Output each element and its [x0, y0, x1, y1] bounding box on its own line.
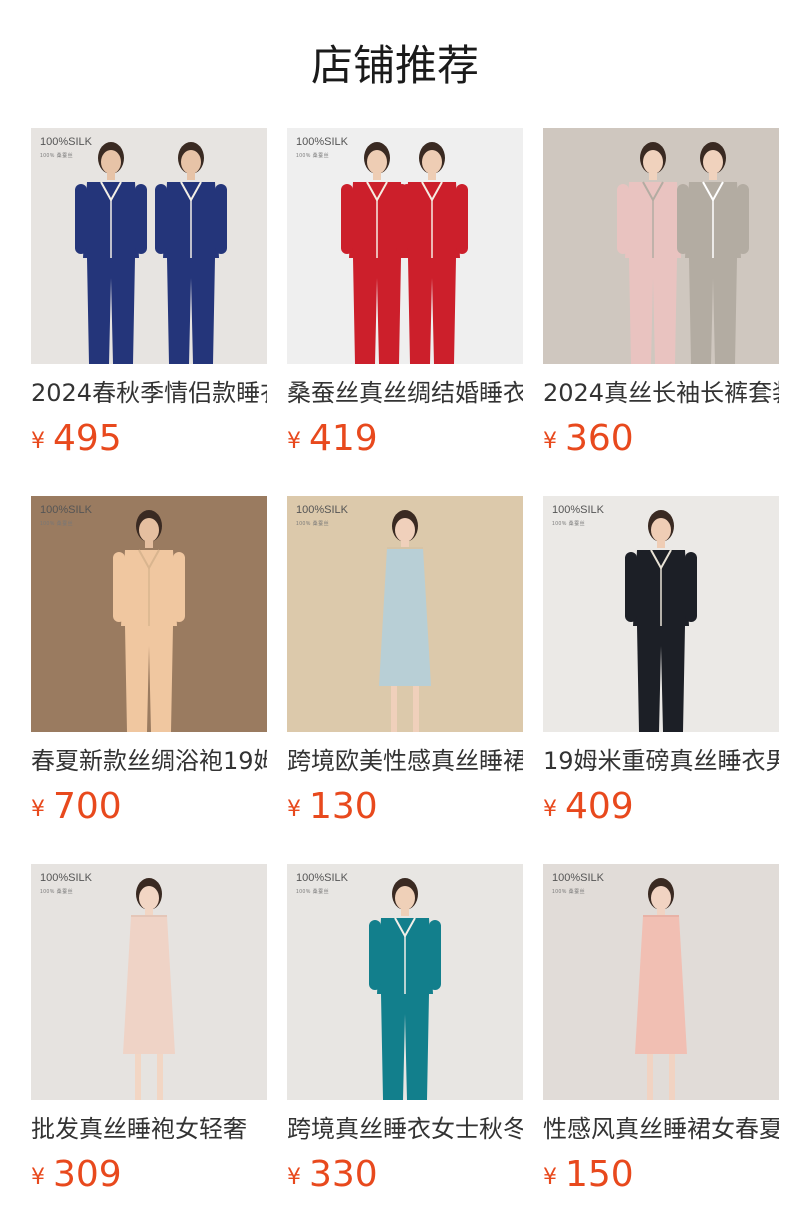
product-card[interactable]: 100%SILK 100% 桑蚕丝 性感风真丝睡裙女春夏 ¥150: [543, 864, 779, 1232]
currency-symbol: ¥: [543, 797, 557, 822]
brand-badge-text: 100%SILK: [552, 504, 604, 516]
product-name[interactable]: 春夏新款丝绸浴袍19姆米: [31, 745, 267, 777]
brand-badge: 100%SILK 100% 桑蚕丝: [40, 872, 92, 898]
photo-backdrop: [31, 128, 267, 364]
product-name[interactable]: 批发真丝睡袍女轻奢: [31, 1113, 267, 1145]
currency-symbol: ¥: [31, 797, 45, 822]
brand-badge-text: 100%SILK: [296, 504, 348, 516]
product-photo-blush-robe: [31, 864, 267, 1100]
product-price: ¥495: [31, 417, 267, 467]
brand-badge-subtext: 100% 桑蚕丝: [40, 889, 74, 895]
section-title: 店铺推荐: [310, 41, 479, 90]
product-image[interactable]: [543, 128, 779, 364]
price-amount: 700: [53, 786, 122, 827]
product-card[interactable]: 100%SILK 100% 桑蚕丝 2024春秋季情侣款睡衣 ¥495: [31, 128, 267, 496]
brand-badge-text: 100%SILK: [40, 872, 92, 884]
product-name[interactable]: 2024春秋季情侣款睡衣: [31, 377, 267, 409]
product-name[interactable]: 19姆米重磅真丝睡衣男: [543, 745, 779, 777]
price-amount: 409: [565, 786, 634, 827]
brand-badge-subtext: 100% 桑蚕丝: [40, 153, 74, 159]
product-photo-couple-navy-pajamas: [31, 128, 267, 364]
price-amount: 309: [53, 1154, 122, 1195]
product-card[interactable]: 100%SILK 100% 桑蚕丝 春夏新款丝绸浴袍19姆米 ¥700: [31, 496, 267, 864]
brand-badge: 100%SILK 100% 桑蚕丝: [40, 504, 92, 530]
product-name[interactable]: 跨境欧美性感真丝睡裙: [287, 745, 523, 777]
product-image[interactable]: 100%SILK 100% 桑蚕丝: [543, 496, 779, 732]
product-photo-couple-pink-grey-pajamas: [543, 128, 779, 364]
product-photo-champagne-robe: [31, 496, 267, 732]
currency-symbol: ¥: [287, 1165, 301, 1190]
product-name[interactable]: 桑蚕丝真丝绸结婚睡衣: [287, 377, 523, 409]
currency-symbol: ¥: [31, 429, 45, 454]
brand-badge: 100%SILK 100% 桑蚕丝: [296, 504, 348, 530]
product-name[interactable]: 性感风真丝睡裙女春夏: [543, 1113, 779, 1145]
brand-badge: 100%SILK 100% 桑蚕丝: [296, 872, 348, 898]
product-photo-teal-pajamas: [287, 864, 523, 1100]
product-image[interactable]: 100%SILK 100% 桑蚕丝: [31, 496, 267, 732]
product-price: ¥700: [31, 785, 267, 835]
product-price: ¥150: [543, 1153, 779, 1203]
product-photo-peach-slip-dress: [543, 864, 779, 1100]
brand-badge-subtext: 100% 桑蚕丝: [552, 889, 586, 895]
currency-symbol: ¥: [31, 1165, 45, 1190]
product-price: ¥419: [287, 417, 523, 467]
product-grid: 100%SILK 100% 桑蚕丝 2024春秋季情侣款睡衣 ¥495 100%S…: [31, 128, 790, 1232]
price-amount: 419: [309, 418, 378, 459]
currency-symbol: ¥: [543, 1165, 557, 1190]
product-image[interactable]: 100%SILK 100% 桑蚕丝: [287, 128, 523, 364]
product-card[interactable]: 100%SILK 100% 桑蚕丝 跨境欧美性感真丝睡裙 ¥130: [287, 496, 523, 864]
product-price: ¥330: [287, 1153, 523, 1203]
product-image[interactable]: 100%SILK 100% 桑蚕丝: [31, 128, 267, 364]
product-photo-couple-red-pajamas: [287, 128, 523, 364]
product-price: ¥309: [31, 1153, 267, 1203]
product-price: ¥130: [287, 785, 523, 835]
price-amount: 495: [53, 418, 122, 459]
price-amount: 150: [565, 1154, 634, 1195]
product-name[interactable]: 跨境真丝睡衣女士秋冬: [287, 1113, 523, 1145]
brand-badge-subtext: 100% 桑蚕丝: [552, 521, 586, 527]
price-amount: 130: [309, 786, 378, 827]
brand-badge-subtext: 100% 桑蚕丝: [40, 521, 74, 527]
brand-badge-text: 100%SILK: [296, 136, 348, 148]
product-image[interactable]: 100%SILK 100% 桑蚕丝: [31, 864, 267, 1100]
brand-badge-text: 100%SILK: [40, 504, 92, 516]
product-name[interactable]: 2024真丝长袖长裤套装: [543, 377, 779, 409]
price-amount: 330: [309, 1154, 378, 1195]
brand-badge-text: 100%SILK: [40, 136, 92, 148]
brand-badge: 100%SILK 100% 桑蚕丝: [552, 872, 604, 898]
product-price: ¥360: [543, 417, 779, 467]
product-image[interactable]: 100%SILK 100% 桑蚕丝: [287, 864, 523, 1100]
brand-badge-text: 100%SILK: [552, 872, 604, 884]
product-card[interactable]: 2024真丝长袖长裤套装 ¥360: [543, 128, 779, 496]
currency-symbol: ¥: [543, 429, 557, 454]
product-card[interactable]: 100%SILK 100% 桑蚕丝 桑蚕丝真丝绸结婚睡衣 ¥419: [287, 128, 523, 496]
product-card[interactable]: 100%SILK 100% 桑蚕丝 跨境真丝睡衣女士秋冬 ¥330: [287, 864, 523, 1232]
currency-symbol: ¥: [287, 797, 301, 822]
brand-badge-subtext: 100% 桑蚕丝: [296, 153, 330, 159]
brand-badge: 100%SILK 100% 桑蚕丝: [40, 136, 92, 162]
product-card[interactable]: 100%SILK 100% 桑蚕丝 19姆米重磅真丝睡衣男 ¥409: [543, 496, 779, 864]
brand-badge-subtext: 100% 桑蚕丝: [296, 521, 330, 527]
product-image[interactable]: 100%SILK 100% 桑蚕丝: [287, 496, 523, 732]
product-photo-silver-slip-dress: [287, 496, 523, 732]
currency-symbol: ¥: [287, 429, 301, 454]
product-image[interactable]: 100%SILK 100% 桑蚕丝: [543, 864, 779, 1100]
brand-badge-subtext: 100% 桑蚕丝: [296, 889, 330, 895]
product-price: ¥409: [543, 785, 779, 835]
brand-badge: 100%SILK 100% 桑蚕丝: [552, 504, 604, 530]
product-photo-black-mens-pajamas: [543, 496, 779, 732]
product-card[interactable]: 100%SILK 100% 桑蚕丝 批发真丝睡袍女轻奢 ¥309: [31, 864, 267, 1232]
brand-badge-text: 100%SILK: [296, 872, 348, 884]
price-amount: 360: [565, 418, 634, 459]
brand-badge: 100%SILK 100% 桑蚕丝: [296, 136, 348, 162]
